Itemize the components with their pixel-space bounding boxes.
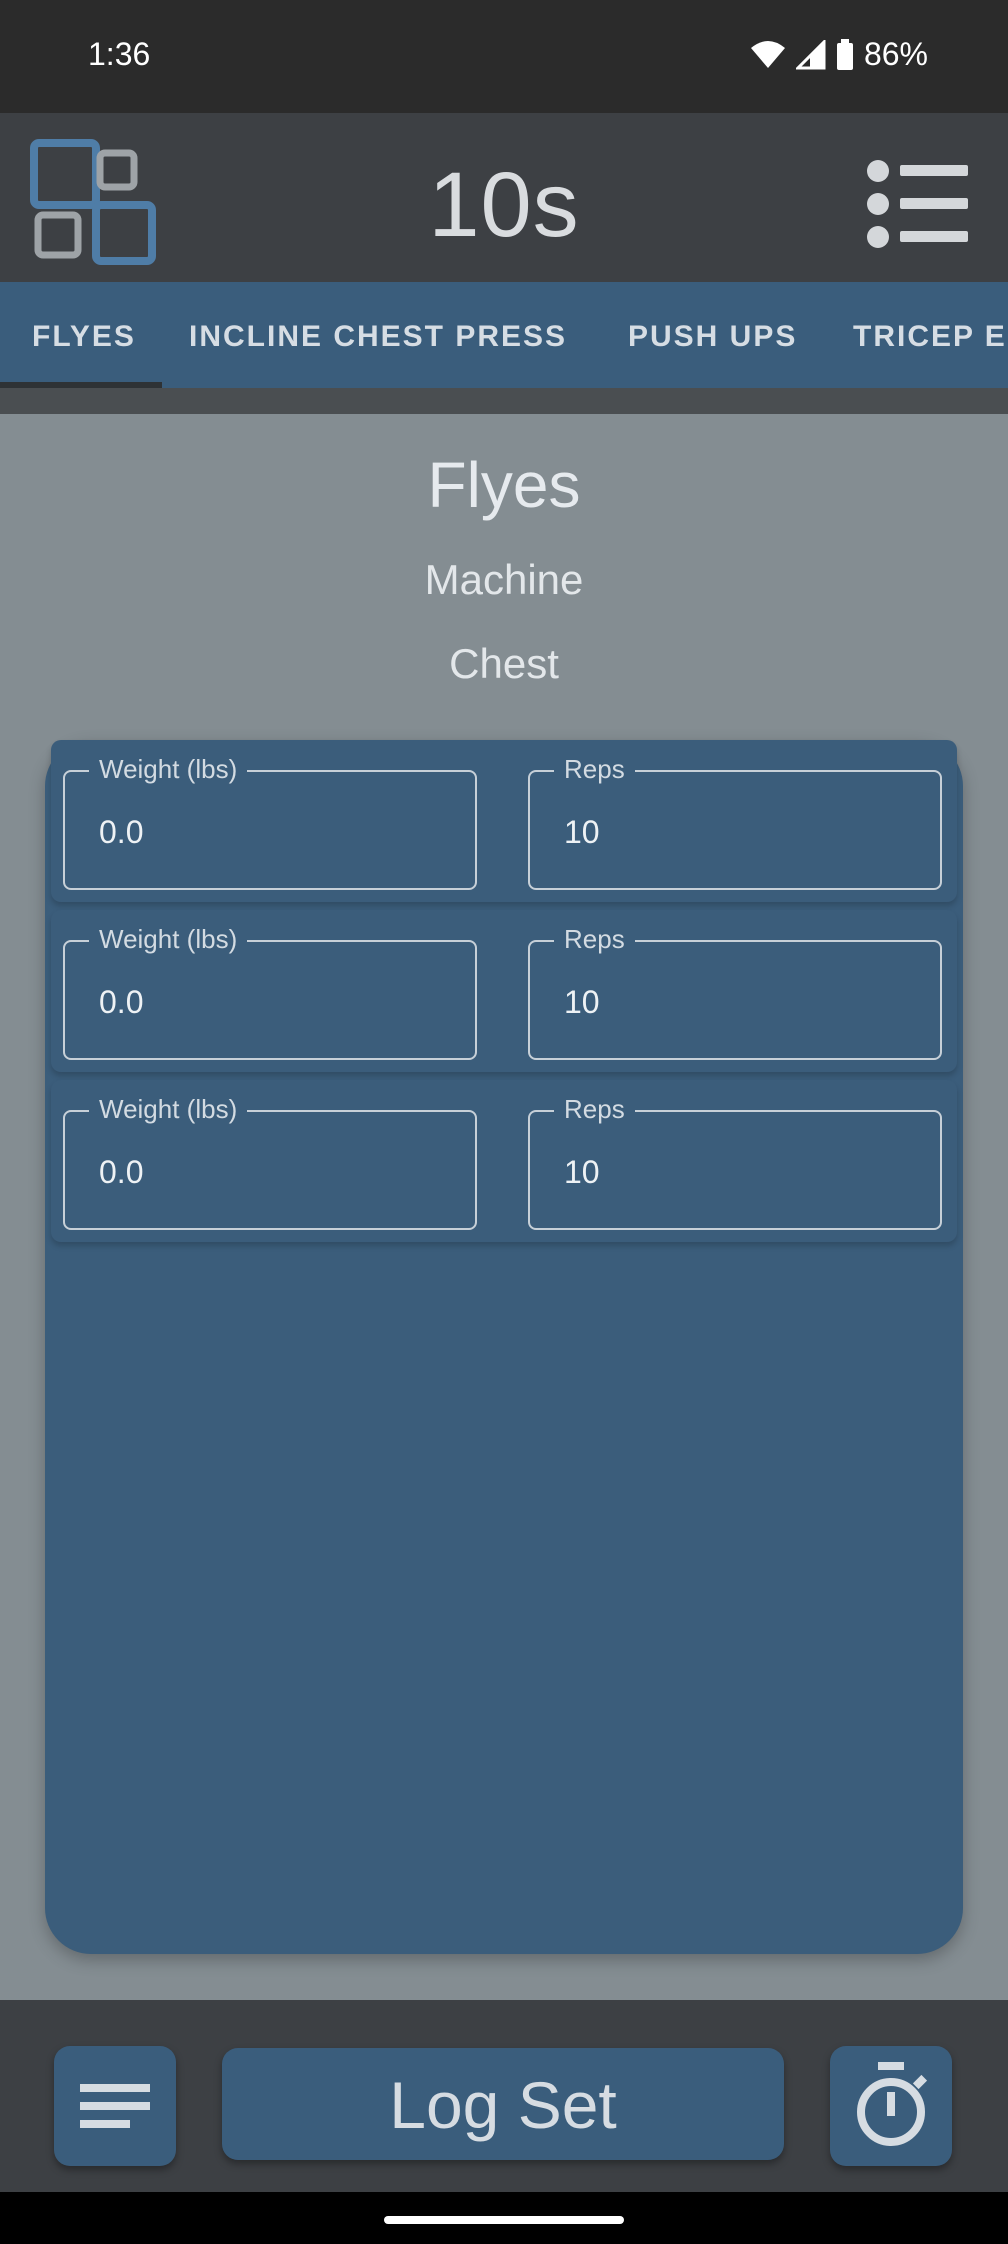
wifi-icon — [750, 40, 786, 70]
tab-push-ups[interactable]: PUSH UPS — [628, 282, 797, 388]
weight-value: 0.0 — [99, 1154, 144, 1190]
exercise-tabs: FLYES INCLINE CHEST PRESS PUSH UPS TRICE… — [0, 282, 1008, 388]
tab-incline-chest-press[interactable]: INCLINE CHEST PRESS — [189, 282, 567, 388]
stopwatch-button[interactable] — [830, 2046, 952, 2166]
reps-field[interactable]: Reps 10 — [528, 754, 942, 890]
exercise-equipment: Machine — [424, 556, 584, 603]
weight-value: 0.0 — [99, 984, 144, 1020]
tab-flyes[interactable]: FLYES — [32, 282, 136, 388]
exercise-name: Flyes — [427, 449, 581, 521]
battery-icon — [836, 38, 854, 71]
reps-field[interactable]: Reps 10 — [528, 924, 942, 1060]
notes-list-icon — [80, 2084, 150, 2128]
bottom-bar: Log Set — [0, 2000, 1008, 2192]
status-bar: 1:36 86% — [0, 0, 1008, 113]
weight-value: 0.0 — [99, 814, 144, 850]
reps-label: Reps — [554, 1094, 635, 1125]
exercise-muscle: Chest — [449, 640, 559, 687]
timer-display: 10s — [428, 154, 580, 256]
reps-label: Reps — [554, 754, 635, 785]
weight-label: Weight (lbs) — [89, 924, 248, 955]
list-menu-icon[interactable] — [866, 159, 970, 249]
weight-field[interactable]: Weight (lbs) 0.0 — [63, 1094, 477, 1230]
battery-percent: 86% — [863, 36, 928, 72]
status-time: 1:36 — [88, 36, 151, 72]
weight-field[interactable]: Weight (lbs) 0.0 — [63, 754, 477, 890]
reps-field[interactable]: Reps 10 — [528, 1094, 942, 1230]
notes-list-button[interactable] — [54, 2046, 176, 2166]
signal-icon — [795, 39, 826, 70]
status-icons: 86% — [750, 36, 928, 73]
reps-label: Reps — [554, 924, 635, 955]
app-bar: 10s — [0, 113, 1008, 282]
log-set-button[interactable]: Log Set — [222, 2048, 784, 2160]
weight-label: Weight (lbs) — [89, 1094, 248, 1125]
reps-value: 10 — [564, 984, 600, 1020]
home-gesture-handle[interactable] — [384, 2216, 624, 2224]
tab-tricep-extension[interactable]: TRICEP E — [853, 282, 1007, 388]
reps-value: 10 — [564, 814, 600, 850]
weight-label: Weight (lbs) — [89, 754, 248, 785]
weight-field[interactable]: Weight (lbs) 0.0 — [63, 924, 477, 1060]
reps-value: 10 — [564, 1154, 600, 1190]
stopwatch-icon — [857, 2062, 928, 2146]
tab-divider — [0, 388, 1008, 414]
sets-card: Weight (lbs) 0.0 Reps 10 Weight (lbs) 0.… — [45, 740, 963, 1954]
